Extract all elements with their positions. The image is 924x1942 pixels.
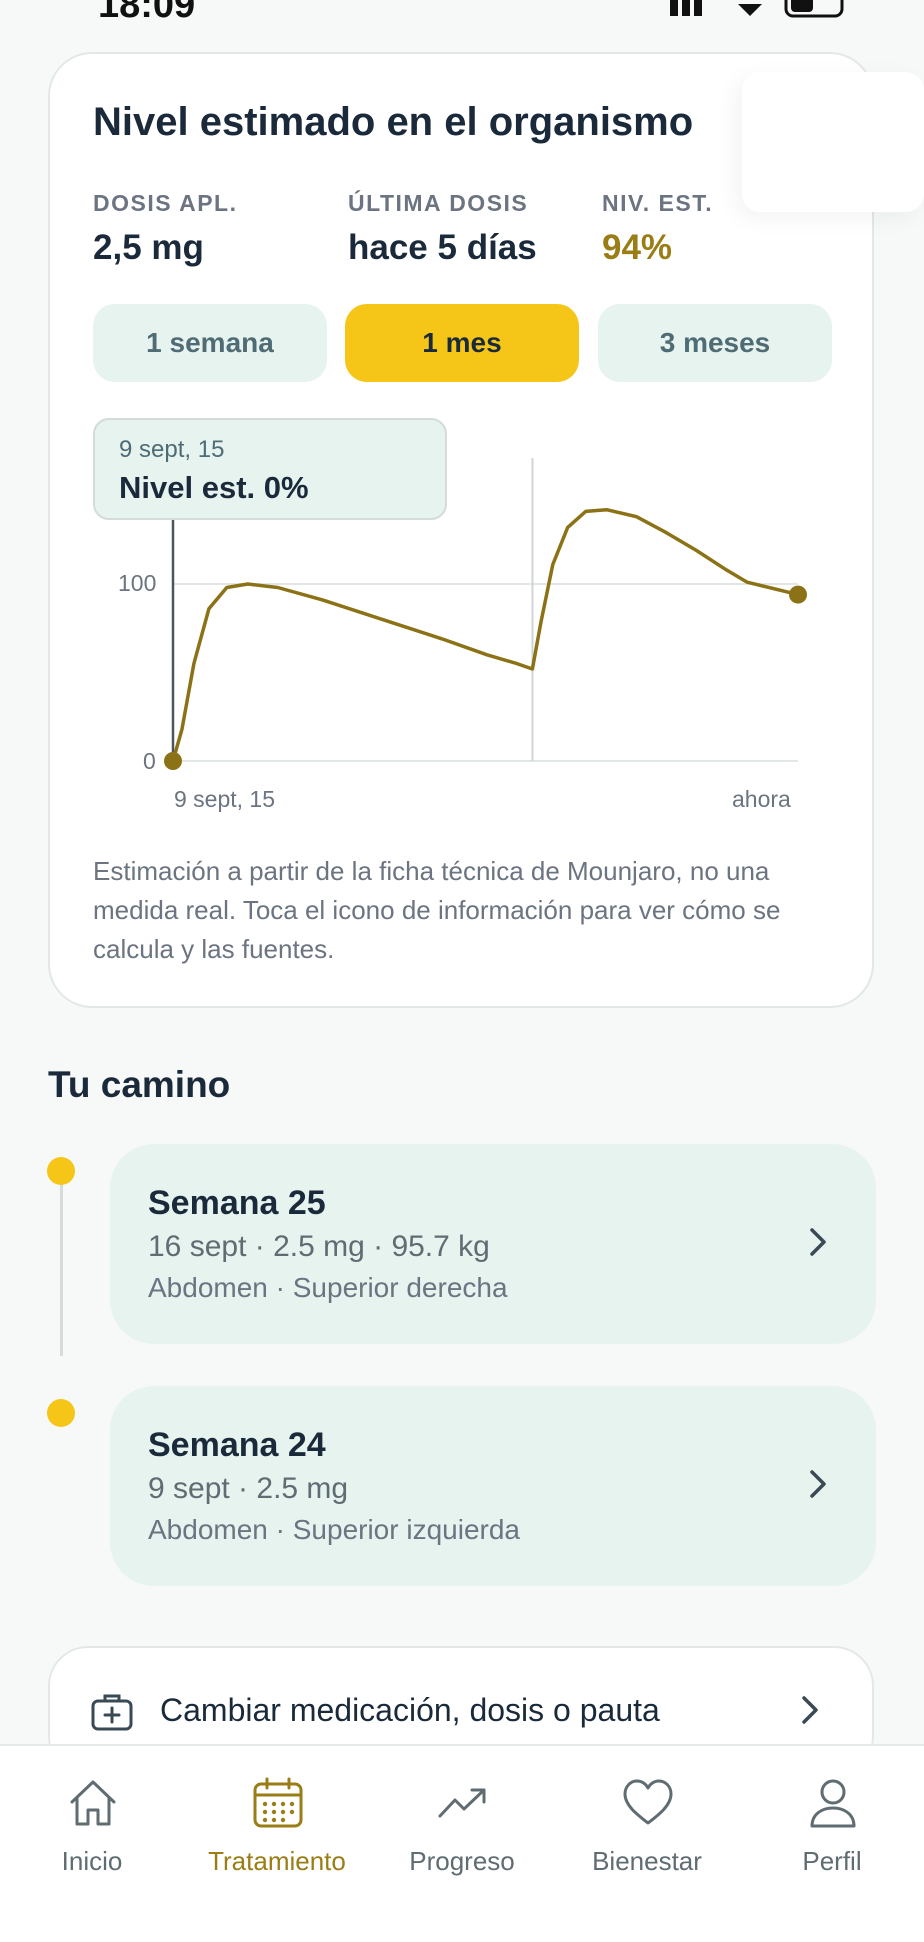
- nav-item-progreso[interactable]: Progreso: [387, 1766, 537, 1876]
- journey-item-title: Semana 25: [148, 1184, 326, 1222]
- journey-item-week-24[interactable]: Semana 24 9 sept · 2.5 mg Abdomen · Supe…: [110, 1386, 876, 1586]
- tooltip-value: Nivel est. 0%: [119, 470, 309, 505]
- journey-item-site: Abdomen · Superior derecha: [148, 1272, 508, 1303]
- chart-note: Estimación a partir de la ficha técnica …: [93, 856, 781, 964]
- journey-title: Tu camino: [48, 1064, 231, 1105]
- timeline-dot: [47, 1399, 75, 1427]
- chevron-right-icon: [802, 1696, 818, 1724]
- nav-label: Progreso: [409, 1846, 515, 1876]
- nav-label: Inicio: [61, 1846, 123, 1876]
- nav-label: Bienestar: [592, 1846, 702, 1876]
- x-label-end: ahora: [732, 786, 791, 812]
- start-point: [164, 752, 182, 770]
- chart-tooltip: 9 sept, 15 Nivel est. 0%: [93, 418, 447, 520]
- y-tick-100: 100: [118, 570, 157, 596]
- bottom-nav: Inicio Tratamiento Progreso Bienestar Pe…: [0, 1744, 924, 1942]
- nav-item-inicio[interactable]: Inicio: [17, 1766, 167, 1876]
- journey-item-details: 16 sept · 2.5 mg · 95.7 kg: [148, 1230, 490, 1263]
- chevron-right-icon: [810, 1228, 826, 1256]
- timeline-line: [60, 1172, 63, 1356]
- medkit-icon: [91, 1694, 133, 1731]
- tooltip-date: 9 sept, 15: [119, 436, 225, 463]
- home-icon: [70, 1780, 116, 1826]
- journey-item-details: 9 sept · 2.5 mg: [148, 1472, 349, 1505]
- user-icon: [810, 1779, 856, 1828]
- timeline-dot: [47, 1157, 75, 1185]
- journey-item-title: Semana 24: [148, 1426, 326, 1464]
- level-chart[interactable]: [0, 0, 924, 820]
- current-point: [789, 585, 807, 604]
- nav-item-perfil[interactable]: Perfil: [757, 1766, 907, 1876]
- x-label-start: 9 sept, 15: [174, 786, 276, 812]
- heart-icon: [623, 1779, 673, 1825]
- chevron-right-icon: [810, 1470, 826, 1498]
- nav-item-tratamiento[interactable]: Tratamiento: [202, 1766, 352, 1876]
- nav-item-bienestar[interactable]: Bienestar: [572, 1766, 722, 1876]
- calendar-icon: [253, 1777, 303, 1828]
- journey-item-week-25[interactable]: Semana 25 16 sept · 2.5 mg · 95.7 kg Abd…: [110, 1144, 876, 1344]
- y-tick-0: 0: [143, 748, 156, 774]
- nav-label: Perfil: [802, 1846, 862, 1876]
- nav-label: Tratamiento: [208, 1846, 346, 1876]
- change-medication-label: Cambiar medicación, dosis o pauta: [160, 1692, 660, 1728]
- series-line: [171, 507, 800, 763]
- trend-icon: [438, 1788, 486, 1818]
- journey-item-site: Abdomen · Superior izquierda: [148, 1514, 520, 1545]
